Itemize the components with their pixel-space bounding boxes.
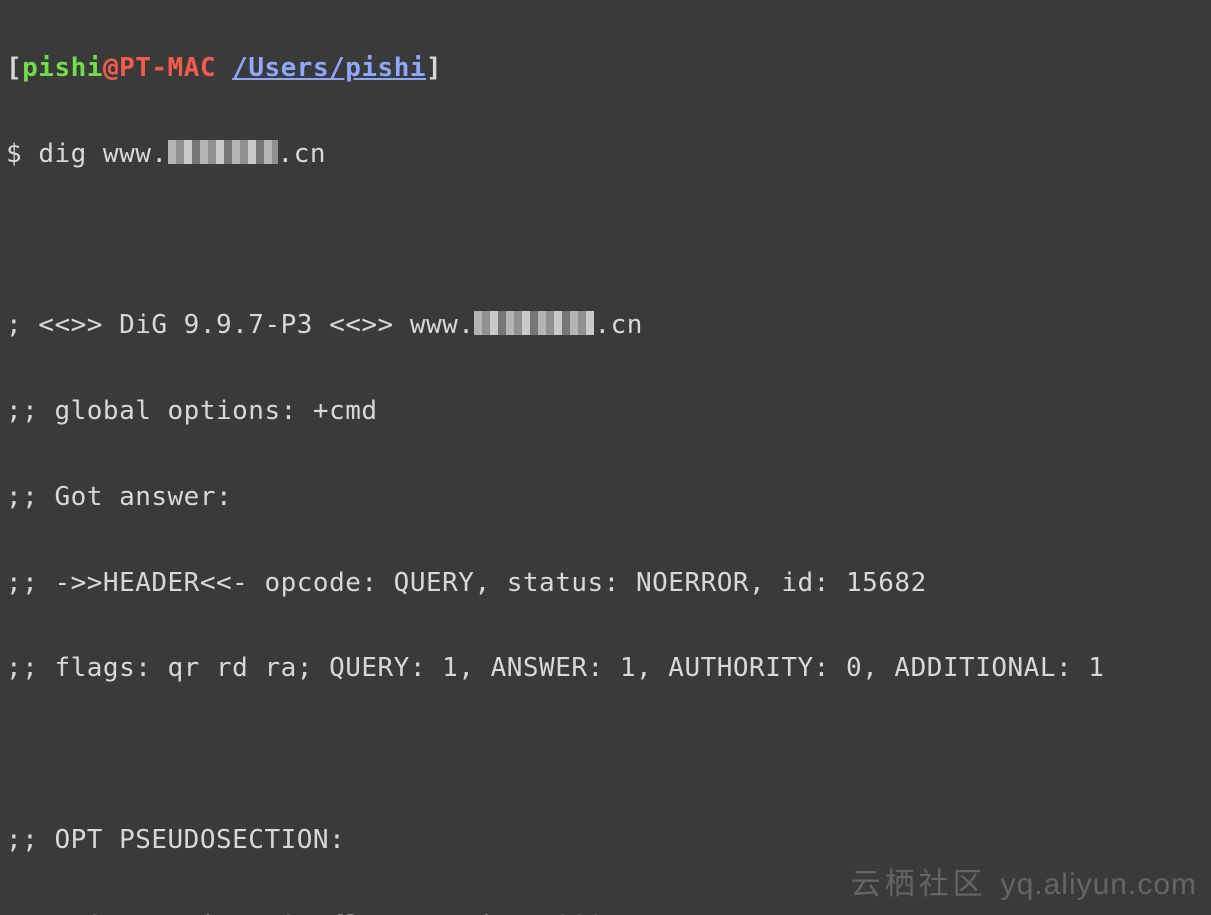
dig-flags: ;; flags: qr rd ra; QUERY: 1, ANSWER: 1,… [6,647,1207,690]
prompt-host: PT-MAC [119,53,216,83]
redacted-domain [474,311,594,335]
dig-opt-section: ;; OPT PSEUDOSECTION: [6,819,1207,862]
prompt-cwd: /Users/pishi [232,53,426,83]
dig-edns: ; EDNS: version: 0, flags:; udp: 4000 [6,905,1207,915]
prompt-line: [pishi@PT-MAC /Users/pishi] [6,47,1207,90]
command-line[interactable]: $ dig www..cn [6,133,1207,176]
bracket-open: [ [6,53,22,83]
prompt-user: pishi [22,53,103,83]
dig-got-answer: ;; Got answer: [6,476,1207,519]
dig-global-options: ;; global options: +cmd [6,390,1207,433]
bracket-close: ] [426,53,442,83]
terminal-output: [pishi@PT-MAC /Users/pishi] $ dig www..c… [0,0,1211,915]
blank-line [6,733,1207,776]
redacted-domain [168,140,278,164]
dig-banner: ; <<>> DiG 9.9.7-P3 <<>> www..cn [6,304,1207,347]
prompt-symbol: $ [6,139,38,169]
prompt-at: @ [103,53,119,83]
dig-header: ;; ->>HEADER<<- opcode: QUERY, status: N… [6,562,1207,605]
command-text: dig www. [38,139,167,169]
blank-line [6,218,1207,261]
